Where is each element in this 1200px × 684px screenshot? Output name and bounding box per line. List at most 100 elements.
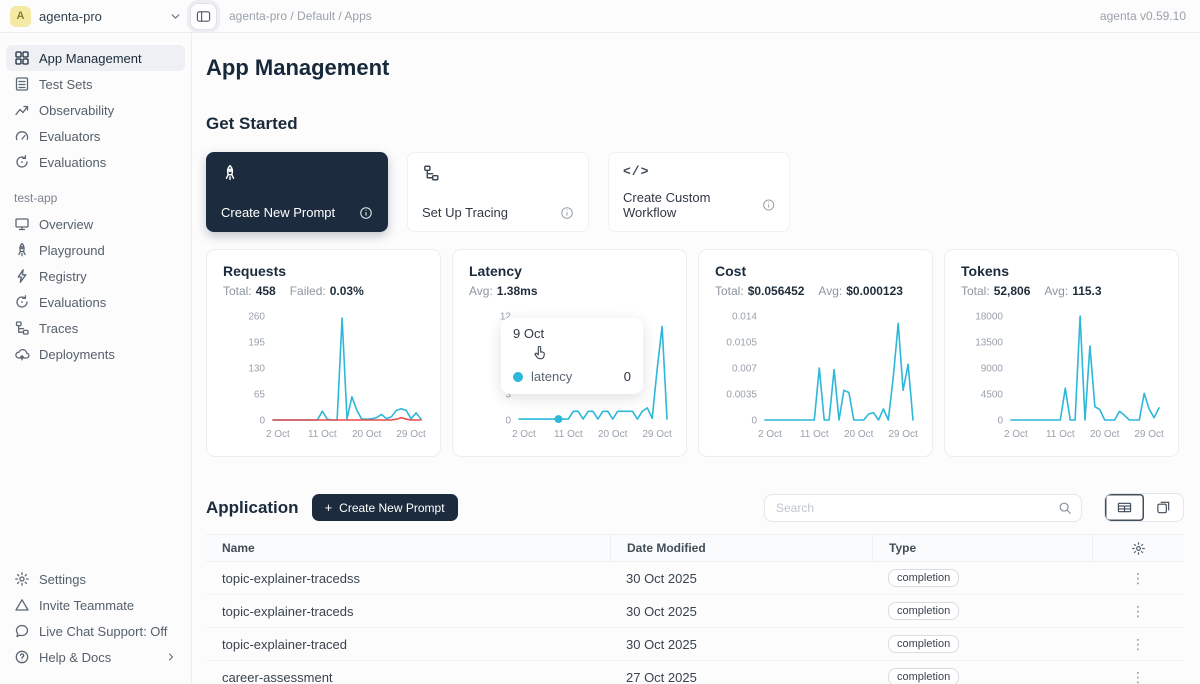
series-dot — [513, 372, 523, 382]
info-icon[interactable] — [560, 206, 574, 220]
stat-label: Failed: — [290, 284, 326, 298]
stat-value: 0.03% — [330, 284, 364, 298]
gear-icon — [14, 571, 30, 587]
info-icon[interactable] — [359, 206, 373, 220]
table-view-icon — [1117, 500, 1132, 515]
card-view-icon — [1156, 500, 1171, 515]
tooltip-date: 9 Oct — [513, 326, 631, 341]
gauge-icon — [14, 128, 30, 144]
sidebar-item-playground[interactable]: Playground — [6, 237, 185, 263]
cost-chart[interactable]: 0.0140.01050.0070.003502 Oct11 Oct20 Oct… — [715, 310, 919, 442]
row-menu-icon[interactable]: ⋮ — [1131, 636, 1145, 652]
x-tick-label: 2 Oct — [512, 429, 536, 440]
sidebar-item-overview[interactable]: Overview — [6, 211, 185, 237]
grid-icon — [14, 50, 30, 66]
workspace-switcher[interactable]: A agenta-pro — [10, 6, 182, 27]
get-started-title: Get Started — [206, 114, 1184, 134]
workspace-avatar: A — [10, 6, 31, 27]
sidebar-item-deployments[interactable]: Deployments — [6, 341, 185, 367]
y-tick-label: 0 — [259, 416, 265, 427]
chart-title: Cost — [715, 263, 916, 279]
y-tick-label: 9000 — [981, 364, 1004, 375]
gear-icon — [1131, 541, 1146, 556]
page-title: App Management — [206, 55, 1184, 81]
stat-value: 52,806 — [994, 284, 1031, 298]
card-view-button[interactable] — [1144, 494, 1183, 521]
sidebar-item-evaluators[interactable]: Evaluators — [6, 123, 185, 149]
table-view-button[interactable] — [1105, 494, 1144, 521]
sidebar-item-help-docs[interactable]: Help & Docs — [6, 644, 185, 670]
create-custom-workflow-card[interactable]: </> Create Custom Workflow — [608, 152, 790, 232]
row-menu-icon[interactable]: ⋮ — [1131, 603, 1145, 619]
help-icon — [14, 649, 30, 665]
refresh-icon — [14, 154, 30, 170]
breadcrumb[interactable]: agenta-pro / Default / Apps — [229, 9, 372, 23]
sidebar-item-observability[interactable]: Observability — [6, 97, 185, 123]
table-row[interactable]: career-assessment 27 Oct 2025 completion… — [206, 661, 1184, 684]
stats-section: Requests Total:458 Failed:0.03% 26019513… — [206, 249, 1184, 457]
x-tick-label: 29 Oct — [1134, 429, 1164, 440]
requests-chart[interactable]: 2601951306502 Oct11 Oct20 Oct29 Oct — [223, 310, 427, 442]
sidebar-item-test-sets[interactable]: Test Sets — [6, 71, 185, 97]
table-row[interactable]: topic-explainer-tracedss 30 Oct 2025 com… — [206, 562, 1184, 595]
column-header-type[interactable]: Type — [872, 535, 1092, 561]
list-icon — [14, 76, 30, 92]
type-badge: completion — [888, 668, 959, 684]
column-settings[interactable] — [1092, 535, 1184, 561]
create-new-prompt-card[interactable]: Create New Prompt — [206, 152, 388, 232]
info-icon[interactable] — [762, 198, 775, 212]
column-header-name[interactable]: Name — [206, 535, 610, 561]
create-new-prompt-button[interactable]: + Create New Prompt — [312, 494, 458, 521]
sidebar-app-section-label: test-app — [14, 191, 185, 205]
row-menu-icon[interactable]: ⋮ — [1131, 669, 1145, 684]
sidebar: App Management Test Sets Observability E… — [0, 33, 192, 684]
sidebar-item-evaluations[interactable]: Evaluations — [6, 149, 185, 175]
sidebar-item-settings[interactable]: Settings — [6, 566, 185, 592]
code-icon: </> — [623, 164, 775, 179]
chart-tooltip: 9 Oct latency 0 — [501, 318, 643, 394]
chevron-right-icon — [165, 651, 177, 663]
hover-point-marker — [555, 415, 563, 423]
tokens-line — [1011, 316, 1159, 420]
stat-value: 458 — [256, 284, 276, 298]
triangle-icon — [14, 597, 30, 613]
search-input[interactable] — [776, 501, 1058, 515]
app-date: 30 Oct 2025 — [610, 637, 872, 652]
chevron-down-icon — [169, 10, 182, 23]
app-date: 30 Oct 2025 — [610, 604, 872, 619]
x-tick-label: 2 Oct — [266, 429, 290, 440]
tree-icon — [14, 320, 30, 336]
table-row[interactable]: topic-explainer-traced 30 Oct 2025 compl… — [206, 628, 1184, 661]
column-header-date-modified[interactable]: Date Modified — [610, 535, 872, 561]
row-menu-icon[interactable]: ⋮ — [1131, 570, 1145, 586]
y-tick-label: 0.0105 — [726, 338, 757, 349]
y-tick-label: 0.014 — [732, 312, 757, 323]
sidebar-item-label: App Management — [39, 51, 142, 66]
chart-title: Latency — [469, 263, 670, 279]
stat-value: $0.056452 — [748, 284, 805, 298]
sidebar-item-invite-teammate[interactable]: Invite Teammate — [6, 592, 185, 618]
set-up-tracing-card[interactable]: Set Up Tracing — [407, 152, 589, 232]
sidebar-item-registry[interactable]: Registry — [6, 263, 185, 289]
app-version: agenta v0.59.10 — [1100, 9, 1186, 23]
plus-icon: + — [325, 500, 333, 515]
sidebar-item-app-evaluations[interactable]: Evaluations — [6, 289, 185, 315]
sidebar-item-live-chat[interactable]: Live Chat Support: Off — [6, 618, 185, 644]
x-tick-label: 11 Oct — [554, 429, 583, 440]
sidebar-item-app-management[interactable]: App Management — [6, 45, 185, 71]
bolt-icon — [14, 268, 30, 284]
search-icon[interactable] — [1058, 501, 1072, 515]
sidebar-item-traces[interactable]: Traces — [6, 315, 185, 341]
tokens-chart[interactable]: 18000135009000450002 Oct11 Oct20 Oct29 O… — [961, 310, 1165, 442]
y-tick-label: 4500 — [981, 390, 1004, 401]
sidebar-item-label: Observability — [39, 103, 114, 118]
hand-cursor-icon — [531, 344, 550, 363]
y-tick-label: 13500 — [975, 338, 1003, 349]
y-tick-label: 18000 — [975, 312, 1003, 323]
table-row[interactable]: topic-explainer-traceds 30 Oct 2025 comp… — [206, 595, 1184, 628]
cloud-icon — [14, 346, 30, 362]
x-tick-label: 2 Oct — [758, 429, 782, 440]
workspace-name: agenta-pro — [39, 9, 161, 24]
sidebar-collapse-button[interactable] — [190, 3, 217, 30]
requests-chart-card: Requests Total:458 Failed:0.03% 26019513… — [206, 249, 441, 457]
